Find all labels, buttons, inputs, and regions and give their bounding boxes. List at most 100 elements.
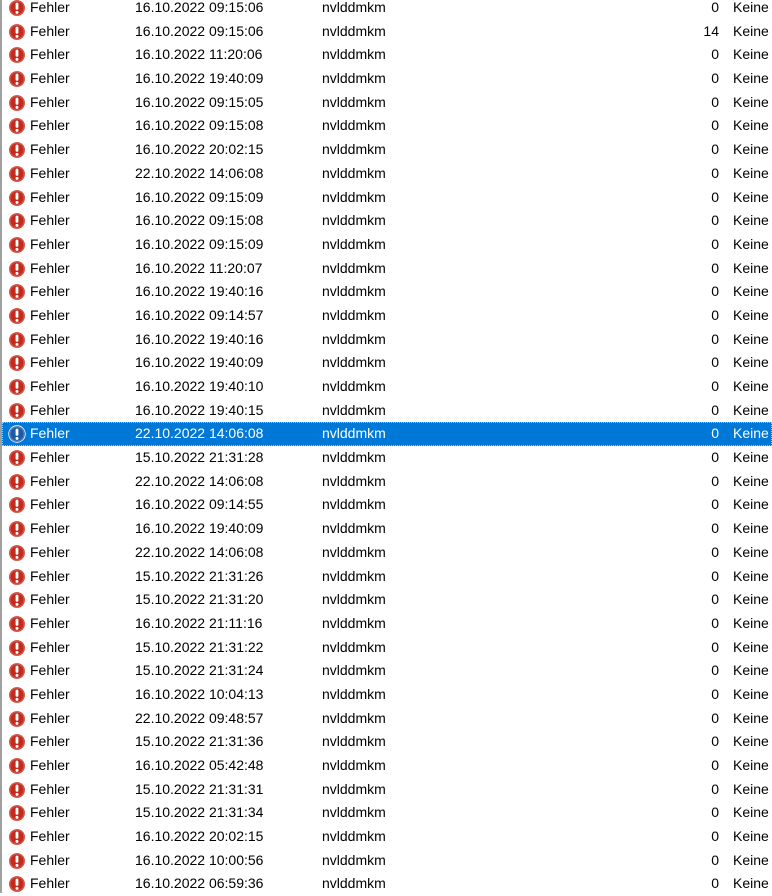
level-text: Fehler — [30, 117, 70, 134]
event-row[interactable]: Fehler 16.10.2022 11:20:06 nvlddmkm 0 Keine — [2, 43, 772, 67]
event-row[interactable]: Fehler 16.10.2022 09:15:05 nvlddmkm 0 Keine — [2, 91, 772, 115]
event-row[interactable]: Fehler 15.10.2022 21:31:34 nvlddmkm 0 Keine — [2, 801, 772, 825]
event-id-text: 0 — [711, 875, 719, 892]
category-text: Keine — [733, 22, 769, 39]
error-icon — [8, 591, 26, 609]
category-text: Keine — [733, 188, 769, 205]
category-text: Keine — [733, 164, 769, 181]
category-text: Keine — [733, 780, 769, 797]
event-row[interactable]: Fehler 16.10.2022 09:15:08 nvlddmkm 0 Keine — [2, 114, 772, 138]
level-text: Fehler — [30, 449, 70, 466]
event-id-text: 0 — [711, 117, 719, 134]
level-text: Fehler — [30, 259, 70, 276]
event-row[interactable]: Fehler 16.10.2022 19:40:16 nvlddmkm 0 Keine — [2, 328, 772, 352]
event-row[interactable]: Fehler 16.10.2022 05:42:48 nvlddmkm 0 Keine — [2, 754, 772, 778]
event-row[interactable]: Fehler 15.10.2022 21:31:31 nvlddmkm 0 Keine — [2, 778, 772, 802]
event-row[interactable]: Fehler 16.10.2022 21:11:16 nvlddmkm 0 Keine — [2, 612, 772, 636]
category-text: Keine — [733, 567, 769, 584]
event-row[interactable]: Fehler 15.10.2022 21:31:20 nvlddmkm 0 Keine — [2, 588, 772, 612]
source-text: nvlddmkm — [322, 757, 386, 773]
event-row[interactable]: Fehler 16.10.2022 09:15:06 nvlddmkm 14 Keine — [2, 20, 772, 44]
datetime-text: 15.10.2022 21:31:36 — [135, 733, 264, 750]
event-row[interactable]: Fehler 15.10.2022 21:31:22 nvlddmkm 0 Keine — [2, 636, 772, 660]
category-text: Keine — [733, 141, 769, 158]
source-text: nvlddmkm — [322, 212, 386, 229]
event-row[interactable]: Fehler 15.10.2022 21:31:28 nvlddmkm 0 Keine — [2, 446, 772, 470]
source-text: nvlddmkm — [322, 875, 386, 892]
error-icon — [8, 709, 26, 728]
event-row-selected[interactable]: Fehler 22.10.2022 14:06:08 nvlddmkm 0 Keine — [2, 422, 772, 447]
event-row[interactable]: Fehler 16.10.2022 11:20:07 nvlddmkm 0 Keine — [2, 257, 772, 281]
source-text: nvlddmkm — [322, 70, 386, 87]
event-list[interactable]: Fehler 16.10.2022 09:15:06 nvlddmkm 0 Keine F… — [2, 0, 772, 896]
level-text: Fehler — [30, 283, 70, 300]
event-row[interactable]: Fehler 16.10.2022 06:59:36 nvlddmkm 0 Keine — [2, 872, 772, 896]
event-row[interactable]: Fehler 16.10.2022 20:02:15 nvlddmkm 0 Keine — [2, 825, 772, 849]
event-row[interactable]: Fehler 16.10.2022 09:15:08 nvlddmkm 0 Keine — [2, 209, 772, 233]
event-row[interactable]: Fehler 16.10.2022 20:02:15 nvlddmkm 0 Keine — [2, 138, 772, 162]
event-row[interactable]: Fehler 22.10.2022 14:06:08 nvlddmkm 0 Keine — [2, 470, 772, 494]
category-text: Keine — [733, 520, 769, 537]
event-row[interactable]: Fehler 15.10.2022 21:31:24 nvlddmkm 0 Keine — [2, 659, 772, 683]
source-text: nvlddmkm — [322, 46, 386, 63]
error-icon — [8, 212, 26, 230]
error-icon — [8, 757, 26, 775]
event-id-text: 0 — [711, 283, 719, 300]
datetime-text: 16.10.2022 10:00:56 — [135, 851, 264, 868]
category-text: Keine — [733, 117, 769, 134]
datetime-text: 16.10.2022 19:40:16 — [135, 283, 264, 300]
event-row[interactable]: Fehler 16.10.2022 19:40:15 nvlddmkm 0 Keine — [2, 399, 772, 423]
datetime-text: 16.10.2022 11:20:07 — [135, 259, 263, 276]
datetime-text: 16.10.2022 09:14:57 — [135, 306, 264, 323]
source-text: nvlddmkm — [322, 472, 386, 489]
event-row[interactable]: Fehler 15.10.2022 21:31:26 nvlddmkm 0 Keine — [2, 565, 772, 589]
event-id-text: 0 — [711, 306, 719, 323]
event-row[interactable]: Fehler 16.10.2022 19:40:09 nvlddmkm 0 Keine — [2, 67, 772, 91]
source-text: nvlddmkm — [322, 306, 386, 323]
category-text: Keine — [733, 401, 769, 418]
event-row[interactable]: Fehler 22.10.2022 09:48:57 nvlddmkm 0 Keine — [2, 707, 772, 731]
event-id-text: 0 — [711, 472, 719, 489]
source-text: nvlddmkm — [322, 804, 386, 821]
error-icon — [8, 307, 26, 325]
error-icon — [8, 567, 26, 586]
event-id-text: 0 — [711, 567, 719, 584]
source-text: nvlddmkm — [322, 164, 386, 181]
event-row[interactable]: Fehler 16.10.2022 09:15:09 nvlddmkm 0 Keine — [2, 233, 772, 257]
event-row[interactable]: Fehler 16.10.2022 09:15:06 nvlddmkm 0 Keine — [2, 0, 772, 20]
event-row[interactable]: Fehler 16.10.2022 19:40:10 nvlddmkm 0 Keine — [2, 375, 772, 399]
level-text: Fehler — [30, 638, 70, 655]
event-row[interactable]: Fehler 16.10.2022 19:40:09 nvlddmkm 0 Keine — [2, 517, 772, 541]
datetime-text: 16.10.2022 06:59:36 — [135, 875, 264, 892]
level-text: Fehler — [30, 378, 70, 394]
event-id-text: 0 — [711, 614, 719, 631]
error-icon — [8, 165, 26, 183]
level-text: Fehler — [30, 164, 70, 181]
error-icon — [8, 449, 26, 467]
category-text: Keine — [733, 235, 769, 252]
event-row[interactable]: Fehler 16.10.2022 09:14:57 nvlddmkm 0 Keine — [2, 304, 772, 328]
source-text: nvlddmkm — [322, 283, 386, 300]
event-row[interactable]: Fehler 16.10.2022 10:04:13 nvlddmkm 0 Keine — [2, 683, 772, 707]
event-row[interactable]: Fehler 15.10.2022 21:31:36 nvlddmkm 0 Keine — [2, 730, 772, 754]
category-text: Keine — [733, 828, 769, 845]
source-text: nvlddmkm — [322, 614, 386, 631]
event-row[interactable]: Fehler 22.10.2022 14:06:08 nvlddmkm 0 Keine — [2, 541, 772, 565]
event-id-text: 0 — [711, 543, 719, 560]
event-row[interactable]: Fehler 16.10.2022 10:00:56 nvlddmkm 0 Keine — [2, 849, 772, 873]
event-row[interactable]: Fehler 16.10.2022 09:15:09 nvlddmkm 0 Keine — [2, 186, 772, 210]
category-text: Keine — [733, 543, 769, 560]
event-row[interactable]: Fehler 16.10.2022 19:40:09 nvlddmkm 0 Keine — [2, 351, 772, 375]
event-id-text: 0 — [711, 212, 719, 229]
level-text: Fehler — [30, 567, 70, 584]
level-text: Fehler — [30, 685, 70, 702]
event-row[interactable]: Fehler 16.10.2022 09:14:55 nvlddmkm 0 Keine — [2, 493, 772, 517]
event-row[interactable]: Fehler 16.10.2022 19:40:16 nvlddmkm 0 Keine — [2, 280, 772, 304]
error-icon — [8, 283, 26, 301]
event-id-text: 0 — [711, 520, 719, 537]
event-row[interactable]: Fehler 22.10.2022 14:06:08 nvlddmkm 0 Keine — [2, 162, 772, 186]
datetime-text: 22.10.2022 14:06:08 — [135, 543, 264, 560]
datetime-text: 22.10.2022 14:06:08 — [135, 164, 264, 181]
category-text: Keine — [733, 496, 769, 513]
category-text: Keine — [733, 378, 769, 394]
